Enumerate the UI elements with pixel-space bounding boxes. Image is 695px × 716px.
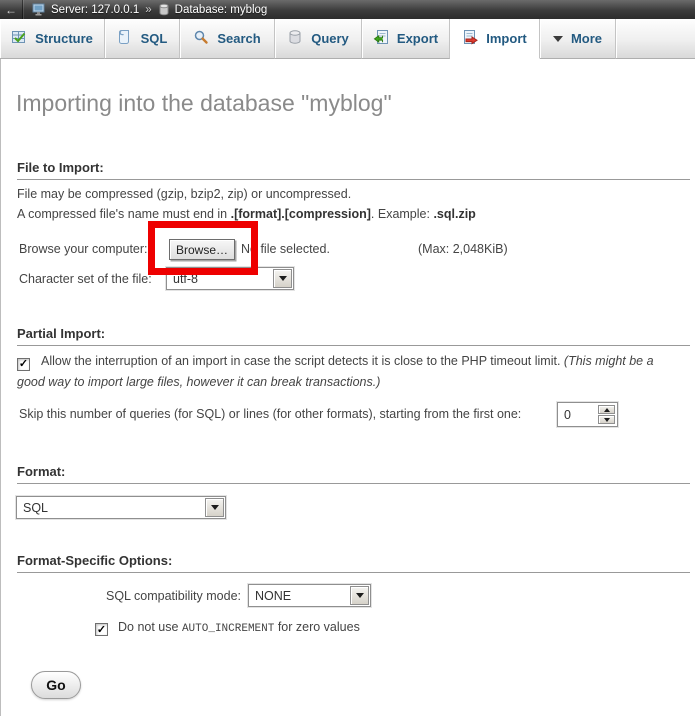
skip-queries-label: Skip this number of queries (for SQL) or… [19,407,521,421]
format-select-value: SQL [17,501,204,515]
naming-note-pattern: .[format].[compression] [231,207,371,221]
skip-queries-value: 0 [558,408,598,422]
server-icon [32,3,46,16]
database-icon [158,3,170,16]
breadcrumb-separator: » [145,4,151,16]
sql-compatibility-value: NONE [249,589,349,603]
auto-increment-code: AUTO_INCREMENT [182,623,274,635]
browse-label: Browse your computer: [19,242,148,256]
compression-note-line1: File may be compressed (gzip, bzip2, zip… [17,187,351,201]
page-title: Importing into the database "myblog" [16,90,392,117]
stepper-buttons [598,405,615,424]
sql-compatibility-select[interactable]: NONE [248,584,371,607]
auto-increment-label-prefix: Do not use [118,620,182,634]
breadcrumb: Server: 127.0.0.1 » Database: myblog [32,3,267,16]
max-size-text: (Max: 2,048KiB) [418,242,508,256]
naming-note-prefix: A compressed file's name must end in [17,207,231,221]
tab-label: SQL [141,31,168,46]
tab-export[interactable]: Export [362,19,450,59]
dropdown-arrow-icon[interactable] [273,269,292,288]
tab-bar-filler [616,19,695,59]
back-arrow-icon[interactable]: ← [0,0,23,19]
section-heading-partial-import: Partial Import: [17,326,690,346]
allow-interruption-row: ✓ Allow the interruption of an import in … [17,351,681,393]
sql-icon [117,29,133,48]
naming-note-mid: . Example: [371,207,434,221]
section-heading-format: Format: [17,464,690,484]
charset-select-value: utf-8 [167,272,272,286]
tab-search[interactable]: Search [180,19,275,59]
tab-sql[interactable]: SQL [105,19,180,59]
tab-label: Import [486,31,526,46]
tab-label: Export [397,31,438,46]
tab-label: Search [217,31,260,46]
chevron-down-icon [553,36,563,42]
structure-icon [11,29,27,48]
tab-more[interactable]: More [540,19,616,59]
section-heading-file-to-import: File to Import: [17,160,690,180]
sql-compatibility-label: SQL compatibility mode: [1,589,241,603]
breadcrumb-bar: ← Server: 127.0.0.1 » Database: myblog [0,0,695,19]
query-icon [287,29,303,48]
charset-label: Character set of the file: [19,272,152,286]
dropdown-arrow-icon[interactable] [350,586,369,605]
import-icon [462,29,478,48]
content-area: Importing into the database "myblog" Fil… [0,59,695,716]
breadcrumb-database-link[interactable]: Database: myblog [175,4,268,16]
stepper-down-button[interactable] [598,415,615,424]
naming-note-example: .sql.zip [433,207,475,221]
browse-button[interactable]: Browse… [169,239,235,260]
section-heading-format-options: Format-Specific Options: [17,553,690,573]
auto-increment-checkbox[interactable]: ✓ [95,623,108,636]
skip-queries-stepper[interactable]: 0 [557,402,618,427]
allow-interruption-checkbox[interactable]: ✓ [17,358,30,371]
breadcrumb-server-link[interactable]: Server: 127.0.0.1 [51,4,139,16]
auto-increment-label-suffix: for zero values [274,620,359,634]
auto-increment-row: ✓ Do not use AUTO_INCREMENT for zero valu… [95,620,360,636]
go-button[interactable]: Go [31,671,81,699]
tab-label: More [571,31,602,46]
export-icon [373,29,389,48]
tab-bar: Structure SQL Search [0,19,695,59]
tab-label: Query [311,31,349,46]
allow-interruption-label: Allow the interruption of an import in c… [41,354,564,368]
tab-import[interactable]: Import [450,19,540,59]
format-select[interactable]: SQL [16,496,226,519]
phpmyadmin-import-page: ← Server: 127.0.0.1 » Database: myblog [0,0,695,716]
tab-structure[interactable]: Structure [0,19,105,59]
dropdown-arrow-icon[interactable] [205,498,224,517]
compression-note: File may be compressed (gzip, bzip2, zip… [17,184,476,224]
no-file-selected-text: No file selected. [241,242,330,256]
search-icon [193,29,209,48]
tab-query[interactable]: Query [275,19,362,59]
tab-label: Structure [35,31,93,46]
charset-select[interactable]: utf-8 [166,267,294,290]
stepper-up-button[interactable] [598,405,615,414]
